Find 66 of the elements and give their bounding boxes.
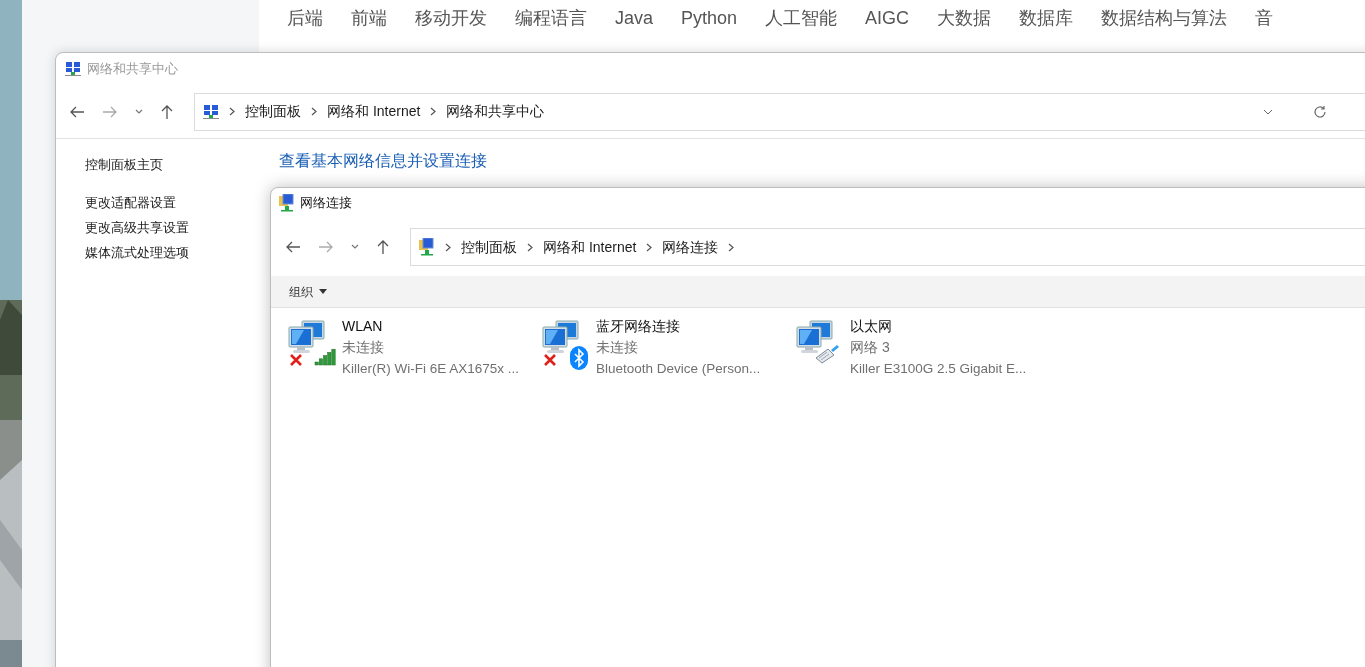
chevron-right-icon xyxy=(728,242,735,252)
breadcrumb-item[interactable]: 网络连接 xyxy=(662,236,719,258)
up-arrow-icon[interactable] xyxy=(376,239,390,255)
nav-link[interactable]: 人工智能 xyxy=(765,5,838,32)
nav-link[interactable]: 后端 xyxy=(287,5,323,32)
address-bar[interactable]: 控制面板 网络和 Internet 网络和共享中心 xyxy=(194,92,1365,131)
network-folder-icon xyxy=(419,238,435,256)
dropdown-caret-icon[interactable] xyxy=(135,108,143,115)
nav-link[interactable]: 大数据 xyxy=(937,5,992,32)
connection-status: 未连接 xyxy=(596,338,639,357)
computers-icon xyxy=(542,320,582,356)
breadcrumb-item[interactable]: 网络和共享中心 xyxy=(446,101,545,122)
organize-menu-button[interactable]: 组织 xyxy=(289,282,327,301)
up-arrow-icon[interactable] xyxy=(160,103,174,120)
chevron-right-icon xyxy=(430,107,437,116)
chevron-right-icon xyxy=(527,242,533,252)
connection-item[interactable]: 蓝牙网络连接 未连接 Bluetooth Device (Person... xyxy=(542,308,796,379)
connection-item[interactable]: 以太网 网络 3 Killer E3100G 2.5 Gigabit E... xyxy=(796,308,1050,379)
nav-link[interactable]: 数据结构与算法 xyxy=(1101,5,1228,32)
connection-name: 以太网 xyxy=(850,317,893,336)
breadcrumb-item[interactable]: 控制面板 xyxy=(461,236,517,258)
ethernet-plug-icon xyxy=(814,344,840,364)
caret-icon xyxy=(319,289,327,294)
breadcrumb-item[interactable]: 网络和 Internet xyxy=(327,101,421,122)
control-panel-icon xyxy=(65,61,81,77)
window-title: 网络和共享中心 xyxy=(87,60,178,79)
chevron-right-icon xyxy=(311,107,317,116)
nav-link[interactable]: 前端 xyxy=(351,5,387,32)
chevron-right-icon xyxy=(445,242,451,252)
computers-icon xyxy=(288,320,328,356)
connection-name: 蓝牙网络连接 xyxy=(596,317,681,336)
refresh-icon[interactable] xyxy=(1313,104,1327,119)
connection-name: WLAN xyxy=(342,317,384,336)
sidebar-link[interactable]: 更改高级共享设置 xyxy=(85,218,189,244)
nav-link[interactable]: 编程语言 xyxy=(515,5,587,32)
connection-item[interactable]: WLAN 未连接 Killer(R) Wi-Fi 6E AX1675x ... xyxy=(288,308,542,379)
nav-link[interactable]: Python xyxy=(681,5,738,32)
connection-status: 网络 3 xyxy=(850,338,891,357)
chevron-right-icon xyxy=(646,242,653,252)
nav-link[interactable]: Java xyxy=(615,5,654,32)
bluetooth-icon xyxy=(570,346,588,370)
breadcrumb-item[interactable]: 控制面板 xyxy=(245,101,301,122)
window-title: 网络连接 xyxy=(300,194,352,213)
connection-status: 未连接 xyxy=(342,338,385,357)
sidebar-link[interactable]: 媒体流式处理选项 xyxy=(85,243,189,269)
chevron-right-icon xyxy=(229,107,235,116)
page-heading: 查看基本网络信息并设置连接 xyxy=(279,152,487,169)
signal-bars-icon xyxy=(314,348,336,366)
nav-link[interactable]: AIGC xyxy=(865,5,910,32)
back-arrow-icon[interactable] xyxy=(285,240,301,254)
address-bar[interactable]: 控制面板 网络和 Internet 网络连接 xyxy=(410,228,1365,266)
breadcrumb-item[interactable]: 网络和 Internet xyxy=(543,236,637,258)
dropdown-caret-icon[interactable] xyxy=(351,244,359,250)
sidebar-link[interactable]: 控制面板主页 xyxy=(85,156,163,175)
back-arrow-icon[interactable] xyxy=(69,104,85,119)
nav-link[interactable]: 移动开发 xyxy=(415,5,487,32)
nav-link[interactable]: 音 xyxy=(1255,5,1274,32)
network-folder-icon xyxy=(279,194,295,212)
device-name: Killer E3100G 2.5 Gigabit E... xyxy=(850,360,1027,378)
device-name: Bluetooth Device (Person... xyxy=(596,360,761,378)
control-panel-icon xyxy=(203,103,219,120)
computers-icon xyxy=(796,320,836,356)
device-name: Killer(R) Wi-Fi 6E AX1675x ... xyxy=(342,360,520,378)
dropdown-caret-icon[interactable] xyxy=(1263,108,1273,115)
sidebar-link[interactable]: 更改适配器设置 xyxy=(85,193,176,219)
nav-link[interactable]: 数据库 xyxy=(1019,5,1074,32)
